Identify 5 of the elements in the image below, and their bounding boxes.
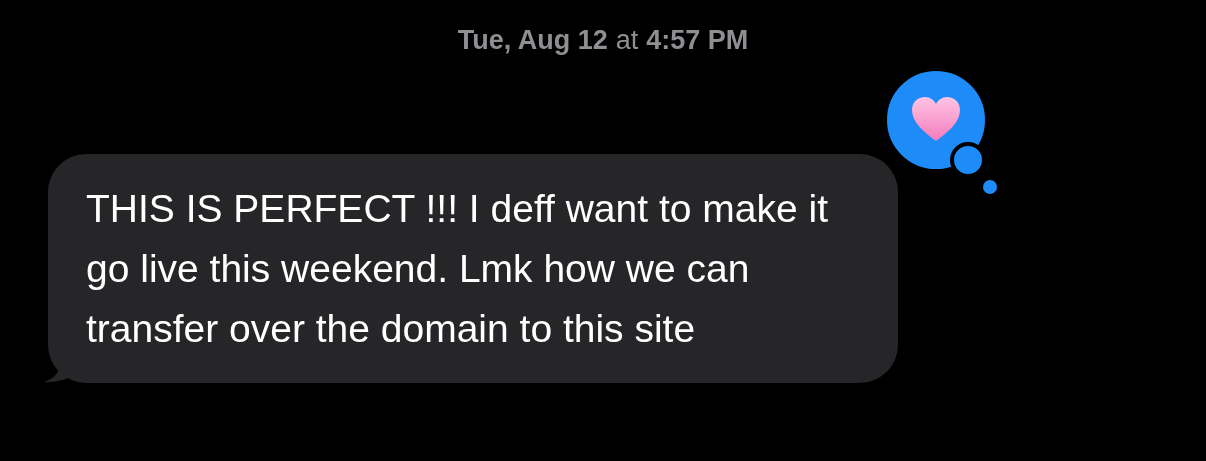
heart-icon <box>911 96 961 143</box>
timestamp-time: 4:57 PM <box>646 24 749 57</box>
timestamp-date: Tue, Aug 12 <box>457 24 608 57</box>
timestamp-connector: at <box>615 24 639 57</box>
message-text: THIS IS PERFECT !!! I deff want to make it go live this weekend. Lmk how we can transfer over the domain to this site <box>86 185 829 352</box>
